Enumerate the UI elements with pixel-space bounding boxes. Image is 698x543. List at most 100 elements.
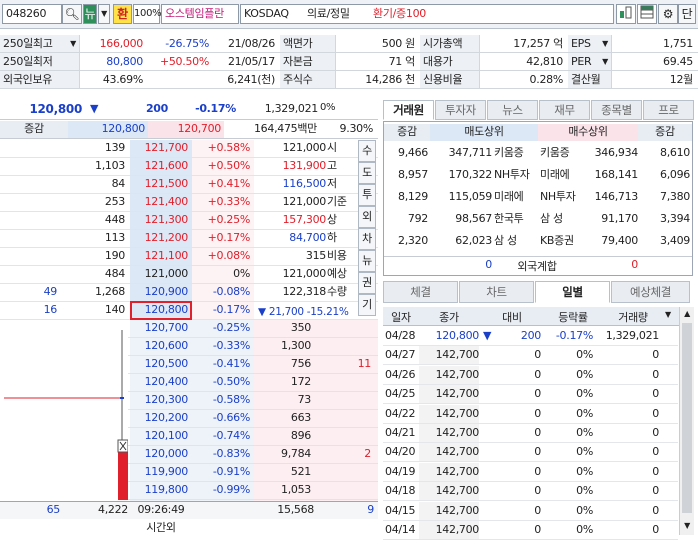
broker-buy-name[interactable]: 키움증: [540, 145, 584, 162]
ask-price[interactable]: 121,700: [130, 140, 192, 157]
daily-row[interactable]: 04/19 142,700 0 0% 0: [383, 462, 678, 482]
bid-price[interactable]: 120,200: [130, 410, 192, 427]
ask-volume[interactable]: 1,268: [62, 284, 128, 301]
broker-sell-name[interactable]: 키움증: [494, 145, 538, 162]
new-icon[interactable]: 뉴: [83, 4, 97, 24]
scroll-up-icon[interactable]: ▲: [680, 307, 694, 321]
daily-volume: 1,329,021: [605, 329, 660, 342]
ask-price[interactable]: 121,400: [130, 194, 192, 211]
daily-row[interactable]: 04/28 120,800 ▼ 200 -0.17% 1,329,021: [383, 327, 678, 346]
stock-code-input[interactable]: 048260: [2, 4, 62, 24]
daily-row[interactable]: 04/22 142,700 0 0% 0: [383, 404, 678, 424]
bid-price[interactable]: 119,900: [130, 464, 192, 481]
scroll-down-icon[interactable]: ▼: [680, 519, 694, 533]
daily-row[interactable]: 04/26 142,700 0 0% 0: [383, 365, 678, 385]
daily-row[interactable]: 04/27 142,700 0 0% 0: [383, 346, 678, 366]
scroll-thumb[interactable]: [682, 323, 692, 513]
chevron-down-icon[interactable]: ▼: [70, 35, 76, 52]
ask-volume[interactable]: 84: [62, 176, 128, 193]
chevron-down-icon[interactable]: ▼: [602, 35, 608, 52]
bid-price[interactable]: 120,400: [130, 374, 192, 391]
side-button[interactable]: 차: [358, 228, 376, 250]
ask-volume[interactable]: 484: [62, 266, 128, 283]
daily-row[interactable]: 04/15 142,700 0 0% 0: [383, 501, 678, 521]
side-button[interactable]: 투: [358, 184, 376, 206]
broker-sell-volume: 98,567: [455, 212, 492, 225]
bid-volume[interactable]: 73: [254, 392, 314, 409]
bid-volume[interactable]: 172: [254, 374, 314, 391]
bid-price[interactable]: 120,500: [130, 356, 192, 373]
bid-price[interactable]: 120,000: [130, 446, 192, 463]
grid-icon[interactable]: [637, 4, 657, 24]
dan-button[interactable]: 단: [678, 4, 696, 24]
bid-volume[interactable]: 521: [254, 464, 314, 481]
tab-daily[interactable]: 체결: [383, 281, 458, 303]
chevron-down-icon[interactable]: ▼: [602, 53, 608, 70]
bid-volume[interactable]: 896: [254, 428, 314, 445]
after-hours-label[interactable]: 시간외: [130, 519, 192, 537]
daily-row[interactable]: 04/25 142,700 0 0% 0: [383, 385, 678, 405]
tab-broker[interactable]: 종목별: [591, 100, 642, 120]
daily-row[interactable]: 04/18 142,700 0 0% 0: [383, 482, 678, 502]
tab-broker[interactable]: 재무: [539, 100, 590, 120]
ask-volume[interactable]: 113: [62, 230, 128, 247]
daily-row[interactable]: 04/21 142,700 0 0% 0: [383, 424, 678, 443]
tab-broker[interactable]: 거래원: [383, 100, 434, 120]
daily-scrollbar[interactable]: ▲ ▼: [679, 307, 694, 535]
tab-daily[interactable]: 예상체결: [611, 281, 690, 303]
tab-daily[interactable]: 일별: [535, 281, 610, 303]
daily-row[interactable]: 04/20 142,700 0 0% 0: [383, 443, 678, 463]
tab-broker[interactable]: 투자자: [435, 100, 486, 120]
gear-icon[interactable]: ⚙: [658, 4, 678, 24]
side-button[interactable]: 권: [358, 272, 376, 294]
bid-volume[interactable]: 663: [254, 410, 314, 427]
side-button[interactable]: 수: [358, 140, 376, 162]
broker-buy-name[interactable]: 미래에: [540, 167, 584, 184]
ask-volume[interactable]: 448: [62, 212, 128, 229]
side-button[interactable]: 뉴: [358, 250, 376, 272]
bid-price[interactable]: 120,100: [130, 428, 192, 445]
broker-sell-name[interactable]: 한국투: [494, 211, 538, 228]
ask-volume[interactable]: 190: [62, 248, 128, 265]
ask-price[interactable]: 121,600: [130, 158, 192, 175]
ask-volume[interactable]: 139: [62, 140, 128, 157]
tab-broker[interactable]: 프로: [643, 100, 694, 120]
broker-sell-name[interactable]: NH투자: [494, 167, 538, 184]
daily-row[interactable]: 04/14 142,700 0 0% 0: [383, 521, 678, 540]
broker-buy-name[interactable]: 삼 성: [540, 211, 584, 228]
bid-volume[interactable]: 756: [254, 356, 314, 373]
bid-price[interactable]: 120,600: [130, 338, 192, 355]
bid-volume[interactable]: 1,300: [254, 338, 314, 355]
broker-sell-name[interactable]: 삼 성: [494, 233, 538, 250]
bid-price[interactable]: 120,700: [130, 320, 192, 337]
amount-ratio: 9.30%: [339, 122, 374, 135]
broker-sell-name[interactable]: 미래에: [494, 189, 538, 206]
daily-change: 0: [534, 523, 541, 536]
hwan-badge[interactable]: 환: [113, 4, 132, 24]
ask-price[interactable]: 120,900: [130, 284, 192, 301]
bid-price[interactable]: 119,800: [130, 482, 192, 499]
ask-volume[interactable]: 1,103: [62, 158, 128, 175]
broker-buy-name[interactable]: KB증권: [540, 233, 584, 250]
broker-buy-name[interactable]: NH투자: [540, 189, 584, 206]
side-button[interactable]: 기: [358, 294, 376, 316]
ask-price[interactable]: 121,100: [130, 248, 192, 265]
bid-price[interactable]: 120,300: [130, 392, 192, 409]
bid-volume[interactable]: 9,784: [254, 446, 314, 463]
side-button[interactable]: 도: [358, 162, 376, 184]
chevron-down-icon[interactable]: ▼: [665, 310, 671, 319]
tab-daily[interactable]: 차트: [459, 281, 534, 303]
ask-price[interactable]: 121,500: [130, 176, 192, 193]
tab-broker[interactable]: 뉴스: [487, 100, 538, 120]
chevron-down-icon[interactable]: ▼: [98, 4, 110, 24]
ask-volume[interactable]: 253: [62, 194, 128, 211]
ask-price[interactable]: 121,300: [130, 212, 192, 229]
bid-volume[interactable]: 1,053: [254, 482, 314, 499]
search-icon[interactable]: 🔍︎: [62, 4, 82, 24]
ask-price[interactable]: 121,000: [130, 266, 192, 283]
ask-volume[interactable]: 140: [62, 302, 128, 319]
side-button[interactable]: 외: [358, 206, 376, 228]
chart-icon[interactable]: [616, 4, 636, 24]
ask-price[interactable]: 121,200: [130, 230, 192, 247]
bid-volume[interactable]: 350: [254, 320, 314, 337]
